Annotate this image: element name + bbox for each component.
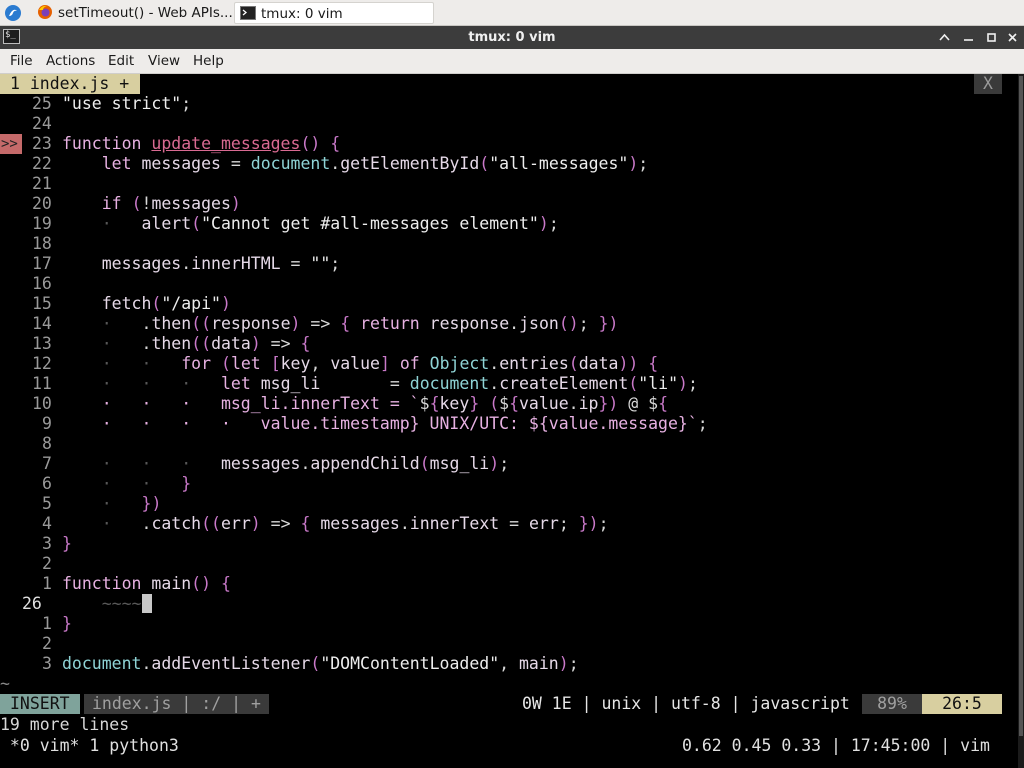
code-text: · })	[101, 494, 162, 513]
minimize-icon[interactable]	[961, 30, 976, 45]
code-text: · · }	[101, 474, 192, 493]
line-number: 15	[32, 294, 52, 313]
line-number: 2	[42, 554, 52, 573]
tmux-status-right: 0.62 0.45 0.33 | 17:45:00 | vim	[682, 736, 990, 755]
line-number: 11	[32, 374, 52, 393]
line-number: 24	[32, 114, 52, 133]
code-text: · .then((data) => {	[101, 334, 311, 353]
line-number: 1	[42, 574, 52, 593]
code-text: · · · msg_li.innerText = `${key} (${valu…	[62, 394, 669, 413]
tmux-statusbar: *0 vim* 1 python3 0.62 0.45 0.33 | 17:45…	[0, 736, 1018, 756]
line-number: 19	[32, 214, 52, 233]
tilde-line: ~	[0, 674, 10, 693]
line-number: 16	[32, 274, 52, 293]
code-text: · · for (let [key, value] of Object.entr…	[101, 354, 659, 373]
status-info: 0W 1E | unix | utf-8 | javascript	[522, 694, 850, 713]
cursor-position: 26:5	[922, 694, 1002, 714]
code-text: function main() {	[62, 574, 231, 593]
maximize-chevron-icon[interactable]	[937, 30, 952, 45]
line-number: 4	[42, 514, 52, 533]
menu-file[interactable]: File	[10, 53, 33, 70]
code-text: messages.innerHTML = "";	[101, 254, 341, 273]
menu-view[interactable]: View	[148, 53, 180, 70]
code-text: let messages = document.getElementById("…	[101, 154, 649, 173]
firefox-icon	[38, 5, 52, 19]
buffer-close-button[interactable]: X	[974, 74, 1002, 94]
terminal-area[interactable]: 1 index.js + X >> 25 "use strict"; 24 23 fun…	[0, 74, 1024, 768]
code-text: · .then((response) => { return response.…	[101, 314, 619, 333]
line-number: 8	[42, 434, 52, 453]
menu-edit[interactable]: Edit	[108, 53, 134, 70]
line-number: 7	[42, 454, 52, 473]
taskbar-task-label: setTimeout() - Web APIs...	[58, 5, 232, 21]
menu-bar: File Actions Edit View Help	[0, 49, 1024, 74]
text-cursor	[141, 594, 152, 613]
error-sign-marker: >>	[0, 134, 22, 154]
code-text: function update_messages() {	[62, 134, 341, 153]
line-number: 17	[32, 254, 52, 273]
code-text: if (!messages)	[101, 194, 241, 213]
line-number: 26	[22, 594, 42, 613]
menu-help[interactable]: Help	[193, 53, 224, 70]
vim-statusline: INSERT index.js | :/ | + 0W 1E | unix | …	[0, 694, 1018, 714]
code-text: · · · messages.appendChild(msg_li);	[101, 454, 510, 473]
line-number: 1	[42, 614, 52, 633]
line-number: 3	[42, 534, 52, 553]
line-number: 2	[42, 634, 52, 653]
line-number: 23	[32, 134, 52, 153]
taskbar-task-browser[interactable]: setTimeout() - Web APIs...	[32, 2, 232, 24]
line-number: 13	[32, 334, 52, 353]
menu-actions[interactable]: Actions	[46, 53, 95, 70]
code-text: · · · let msg_li = document.createElemen…	[101, 374, 698, 393]
line-number: 25	[32, 94, 52, 113]
code-text: ~~~~	[62, 594, 152, 614]
line-number: 18	[32, 234, 52, 253]
mode-indicator: INSERT	[0, 694, 80, 714]
status-file: index.js | :/ | +	[84, 694, 269, 714]
line-number: 3	[42, 654, 52, 673]
line-number: 10	[32, 394, 52, 413]
line-number: 22	[32, 154, 52, 173]
start-menu-icon[interactable]	[4, 4, 22, 22]
code-text: "use strict";	[62, 94, 192, 113]
scrollbar[interactable]	[1018, 74, 1024, 768]
buffer-tab[interactable]: 1 index.js +	[0, 74, 141, 94]
code-text: document.addEventListener("DOMContentLoa…	[62, 654, 579, 673]
taskbar-task-label: tmux: 0 vim	[261, 6, 343, 22]
line-number: 21	[32, 174, 52, 193]
line-number: 12	[32, 354, 52, 373]
code-text: · · · · value.timestamp} UNIX/UTC: ${val…	[62, 414, 708, 433]
code-text: fetch("/api")	[101, 294, 231, 313]
window-titlebar[interactable]: $_ tmux: 0 vim	[0, 26, 1024, 49]
tmux-window-list[interactable]: *0 vim* 1 python3	[0, 736, 179, 756]
line-number: 5	[42, 494, 52, 513]
line-number: 9	[42, 414, 52, 433]
line-number: 20	[32, 194, 52, 213]
code-text: · alert("Cannot get #all-messages elemen…	[101, 214, 559, 233]
code-text: · .catch((err) => { messages.innerText =…	[101, 514, 609, 533]
status-percent: 89%	[862, 694, 922, 714]
line-number: 6	[42, 474, 52, 493]
terminal-icon	[240, 6, 256, 20]
vim-message: 19 more lines	[0, 715, 130, 734]
code-text: }	[62, 614, 72, 633]
close-icon[interactable]	[1005, 30, 1020, 45]
taskbar: setTimeout() - Web APIs... tmux: 0 vim	[0, 0, 1024, 26]
restore-icon[interactable]	[984, 30, 999, 45]
scrollbar-thumb[interactable]	[1019, 76, 1023, 736]
line-number: 14	[32, 314, 52, 333]
taskbar-task-terminal[interactable]: tmux: 0 vim	[234, 2, 434, 24]
vim-tabline: 1 index.js + X	[0, 74, 1018, 94]
code-text: }	[62, 534, 72, 553]
window-title: tmux: 0 vim	[468, 30, 556, 45]
